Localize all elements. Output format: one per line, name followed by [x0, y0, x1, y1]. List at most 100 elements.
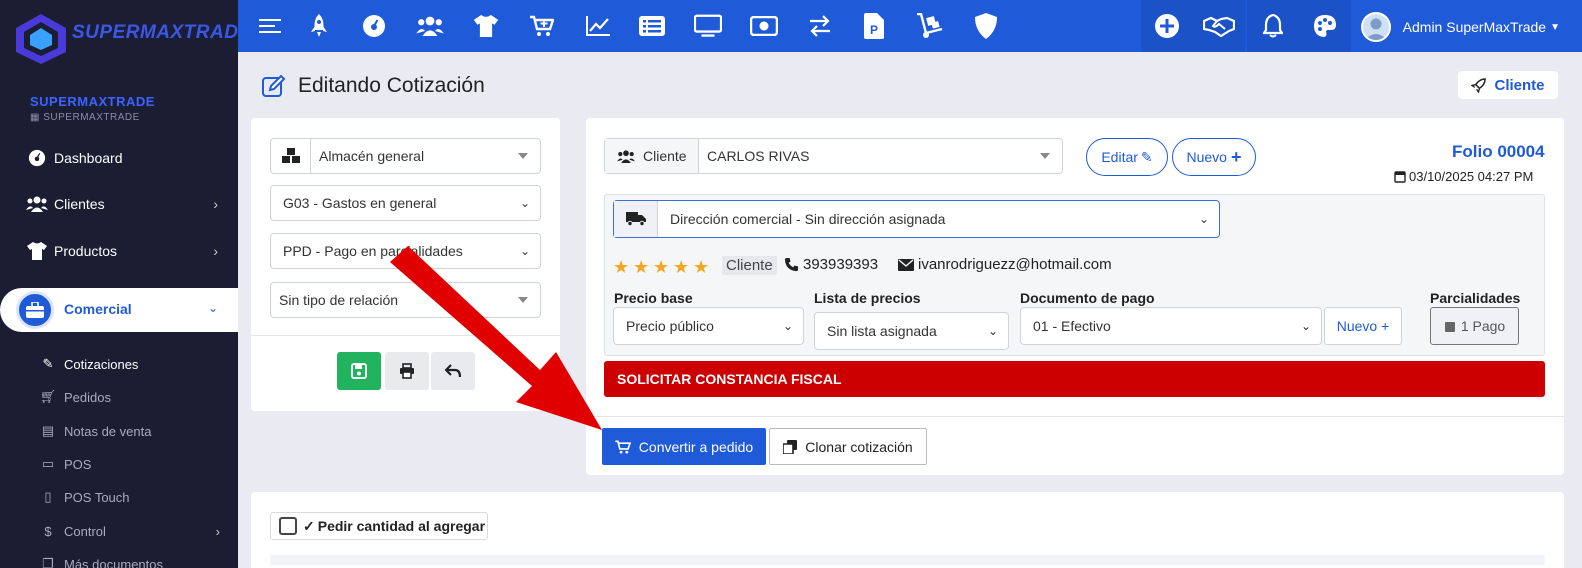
phone-icon: [784, 257, 799, 272]
edit-icon: ✎: [1140, 148, 1153, 165]
clone-icon: [783, 439, 798, 454]
chevron-right-icon: ›: [213, 196, 218, 212]
edit-icon: [262, 74, 286, 98]
file-invoice-icon[interactable]: P: [860, 12, 888, 40]
uso-cfdi-select[interactable]: G03 - Gastos en general ⌄: [270, 185, 541, 221]
tipo-relacion-value: Sin tipo de relación: [279, 292, 399, 308]
logo[interactable]: SUPERMAXTRADE: [10, 8, 251, 72]
reply-icon: [445, 364, 461, 378]
cart-icon: 🛒︎: [39, 389, 57, 404]
direccion-select[interactable]: Dirección comercial - Sin dirección asig…: [613, 200, 1220, 238]
sidebar-item-productos[interactable]: Productos ›: [0, 231, 238, 271]
user-name: Admin SuperMaxTrade: [1402, 19, 1547, 35]
email: ivanrodriguezz@hotmail.com: [898, 256, 1112, 273]
sidebar-subitem-cotizaciones[interactable]: ✎ Cotizaciones: [40, 352, 139, 376]
cliente-select[interactable]: Cliente CARLOS RIVAS: [604, 138, 1063, 174]
user-menu[interactable]: Admin SuperMaxTrade ▼: [1360, 12, 1560, 42]
fecha-value: 03/10/2025 04:27 PM: [1409, 169, 1534, 184]
cliente-button-label: Cliente: [1494, 76, 1545, 94]
parcialidades-value: 1 Pago: [1460, 318, 1506, 334]
money-bill-icon[interactable]: [750, 12, 778, 40]
cliente-tag: Cliente: [722, 256, 777, 275]
editar-button[interactable]: Editar ✎: [1086, 138, 1168, 176]
direccion-value: Dirección comercial - Sin dirección asig…: [670, 211, 946, 227]
email-value: ivanrodriguezz@hotmail.com: [918, 256, 1112, 273]
table-header-strip: [270, 555, 1545, 565]
nuevo-documento-button[interactable]: Nuevo +: [1324, 307, 1402, 345]
add-circle-icon[interactable]: [1141, 0, 1193, 52]
shirt-icon[interactable]: [472, 12, 500, 40]
org-name: SUPERMAXTRADE: [30, 94, 155, 109]
documento-pago-select[interactable]: 01 - Efectivo ⌄: [1020, 307, 1322, 345]
sidebar: SUPERMAXTRADE SUPERMAXTRADE ▦ SUPERMAXTR…: [0, 0, 251, 568]
sidebar-item-comercial[interactable]: Comercial ⌄: [0, 288, 238, 332]
check-double-icon: ✓: [303, 517, 315, 534]
clonar-cotizacion-button[interactable]: Clonar cotización: [769, 428, 927, 465]
nuevo-label: Nuevo: [1186, 149, 1227, 165]
pedir-cantidad-option[interactable]: ✓ Pedir cantidad al agregar: [270, 512, 488, 540]
list-alt-icon[interactable]: [638, 12, 666, 40]
sidebar-subitem-notas-venta[interactable]: ▤ Notas de venta: [40, 419, 152, 443]
bell-icon[interactable]: [1247, 0, 1299, 52]
dashboard-icon[interactable]: [360, 12, 388, 40]
shirt-icon: [26, 240, 48, 262]
chart-line-icon[interactable]: [584, 12, 612, 40]
palette-icon[interactable]: [1299, 0, 1351, 52]
sidebar-subitem-pedidos[interactable]: 🛒︎ Pedidos: [40, 385, 111, 409]
pedir-cantidad-checkbox[interactable]: [279, 517, 297, 535]
telefono: 393939393: [784, 256, 878, 273]
handshake-icon[interactable]: [1193, 0, 1245, 52]
chevron-right-icon: ›: [215, 523, 220, 539]
logo-text: SUPERMAXTRADE: [72, 22, 252, 43]
divider: [251, 335, 560, 336]
cliente-prefix: Cliente: [605, 139, 699, 173]
folio: Folio 00004: [1452, 142, 1545, 161]
dolly-icon[interactable]: [916, 12, 944, 40]
truck-icon: [614, 201, 658, 237]
sidebar-item-clientes[interactable]: Clientes ›: [0, 184, 238, 224]
caret-down-icon: ▼: [1550, 21, 1560, 33]
nuevo-cliente-button[interactable]: Nuevo +: [1172, 138, 1256, 176]
star-icon: ★: [653, 257, 670, 277]
cart-plus-icon[interactable]: [528, 12, 556, 40]
sidebar-subitem-mas-documentos[interactable]: ❐ Más documentos: [40, 552, 163, 568]
parcialidades-label: Parcialidades: [1430, 290, 1521, 306]
print-button[interactable]: [385, 352, 429, 390]
sidebar-subitem-label: POS Touch: [64, 489, 130, 505]
shield-icon[interactable]: [972, 12, 1000, 40]
chevron-down-icon: ⌄: [782, 319, 793, 333]
chevron-down-icon: ⌄: [1300, 319, 1311, 333]
parcialidades-button[interactable]: 1 Pago: [1430, 307, 1519, 345]
lista-precios-label: Lista de precios: [814, 290, 921, 306]
back-button[interactable]: [431, 352, 475, 390]
rocket-icon: [1471, 77, 1487, 93]
star-icon: ★: [633, 257, 650, 277]
page-title-text: Editando Cotización: [298, 74, 485, 97]
sidebar-subitem-control[interactable]: $ Control ›: [40, 519, 220, 543]
sidebar-subitem-pos[interactable]: ▭ POS: [40, 452, 92, 476]
rocket-icon[interactable]: [305, 12, 333, 40]
almacen-select[interactable]: Almacén general: [270, 138, 541, 174]
cliente-value: CARLOS RIVAS: [707, 148, 810, 164]
constancia-fiscal-banner[interactable]: SOLICITAR CONSTANCIA FISCAL: [604, 361, 1545, 397]
sidebar-item-label: Productos: [54, 243, 118, 259]
svg-text:P: P: [870, 23, 878, 37]
save-button[interactable]: [337, 352, 381, 390]
users-icon[interactable]: [416, 12, 444, 40]
convertir-label: Convertir a pedido: [638, 438, 754, 455]
users-icon: [26, 193, 48, 215]
precio-base-label: Precio base: [614, 290, 693, 306]
sidebar-item-dashboard[interactable]: Dashboard: [0, 138, 238, 178]
sidebar-subitem-pos-touch[interactable]: ▯ POS Touch: [40, 485, 130, 509]
precio-base-select[interactable]: Precio público ⌄: [613, 307, 804, 345]
documento-pago-label: Documento de pago: [1020, 290, 1155, 306]
metodo-pago-select[interactable]: PPD - Pago en parcialidades ⌄: [270, 233, 541, 269]
convertir-pedido-button[interactable]: Convertir a pedido: [602, 428, 766, 465]
cliente-button[interactable]: Cliente: [1458, 71, 1558, 99]
exchange-icon[interactable]: [806, 12, 834, 40]
menu-icon[interactable]: [256, 12, 284, 40]
lista-precios-select[interactable]: Sin lista asignada ⌄: [814, 312, 1009, 350]
tipo-relacion-select[interactable]: Sin tipo de relación: [270, 282, 541, 318]
monitor-icon[interactable]: [694, 12, 722, 40]
almacen-value: Almacén general: [319, 148, 425, 164]
